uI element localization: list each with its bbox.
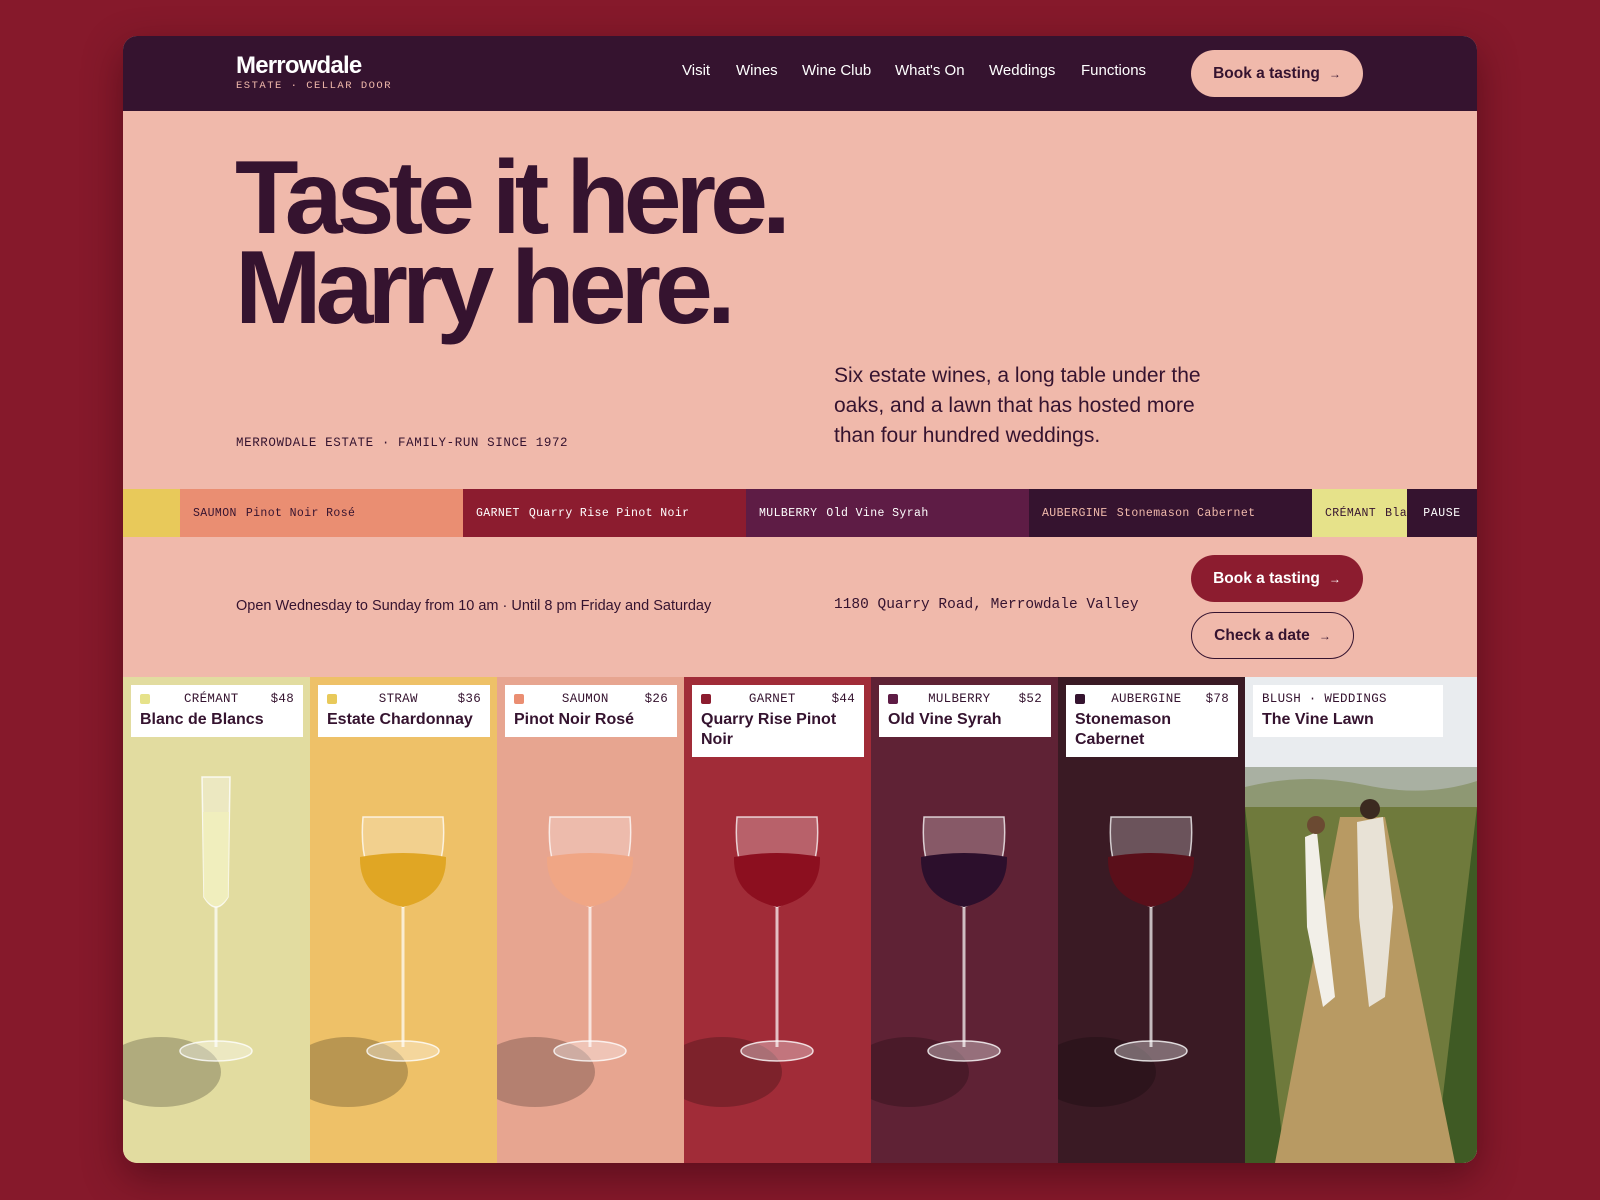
arrow-right-icon: → <box>1328 571 1341 586</box>
card-tone: MULBERRY <box>928 692 991 706</box>
card-label: BLUSH · WEDDINGS The Vine Lawn <box>1253 685 1443 737</box>
headline-line-2: Marry here. <box>235 230 736 346</box>
swatch-mulberry[interactable]: MULBERRY Old Vine Syrah <box>746 489 1029 537</box>
swatch-tone: GARNET <box>476 506 520 520</box>
card-price: $26 <box>644 692 668 706</box>
address: 1180 Quarry Road, Merrowdale Valley <box>834 597 1139 613</box>
tone-dot <box>888 694 898 704</box>
opening-hours: Open Wednesday to Sunday from 10 am · Un… <box>236 598 712 614</box>
card-tone: AUBERGINE <box>1111 692 1182 706</box>
card-price: $78 <box>1205 692 1229 706</box>
wine-card-aubergine[interactable]: AUBERGINE $78 Stonemason Cabernet <box>1058 677 1245 1163</box>
tone-dot <box>140 694 150 704</box>
wine-glass-icon <box>123 776 253 1107</box>
nav-item-wine-club[interactable]: Wine Club <box>802 62 871 79</box>
nav-item-visit[interactable]: Visit <box>682 62 710 79</box>
card-name: Stonemason Cabernet <box>1075 711 1172 748</box>
card-label: AUBERGINE $78 Stonemason Cabernet <box>1066 685 1238 757</box>
wine-glass-icon <box>310 816 447 1107</box>
nav-item-weddings[interactable]: Weddings <box>989 62 1055 79</box>
nav-item-functions[interactable]: Functions <box>1081 62 1146 79</box>
card-tone: STRAW <box>378 692 418 706</box>
wine-card-garnet[interactable]: GARNET $44 Quarry Rise Pinot Noir <box>684 677 871 1163</box>
pause-button[interactable]: PAUSE <box>1407 489 1477 537</box>
book-tasting-button[interactable]: Book a tasting → <box>1191 555 1363 602</box>
browser-window: Merrowdale ESTATE · CELLAR DOOR Visit Wi… <box>123 36 1477 1163</box>
swatch-wine: Old Vine Syrah <box>826 506 929 520</box>
swatch-tone: CRÉMANT <box>1325 506 1377 520</box>
wine-card-row: CRÉMANT $48 Blanc de Blancs STRAW $36 Es… <box>123 677 1477 1163</box>
wine-glass-icon <box>497 816 634 1107</box>
swatch-saumon[interactable]: SAUMON Pinot Noir Rosé <box>180 489 463 537</box>
tone-dot <box>327 694 337 704</box>
card-price: $52 <box>1018 692 1042 706</box>
brand-subtitle: ESTATE · CELLAR DOOR <box>236 80 393 92</box>
card-label: CRÉMANT $48 Blanc de Blancs <box>131 685 303 737</box>
swatch-wine: Stonemason Cabernet <box>1116 506 1256 520</box>
hero-blurb: Six estate wines, a long table under the… <box>834 364 1201 447</box>
card-tone: BLUSH · WEDDINGS <box>1262 692 1387 706</box>
nav-item-whats-on[interactable]: What's On <box>895 62 965 79</box>
swatch-aubergine[interactable]: AUBERGINE Stonemason Cabernet <box>1029 489 1312 537</box>
card-tone: GARNET <box>748 692 796 706</box>
card-tone: SAUMON <box>561 692 609 706</box>
swatch-wine: Quarry Rise Pinot Noir <box>528 506 690 520</box>
wine-glass-icon <box>871 816 1008 1107</box>
brand-logo[interactable]: Merrowdale ESTATE · CELLAR DOOR <box>236 52 393 93</box>
wine-card-saumon[interactable]: SAUMON $26 Pinot Noir Rosé <box>497 677 684 1163</box>
hero-headline: Taste it here. Marry here. <box>235 146 791 346</box>
check-date-button[interactable]: Check a date → <box>1191 612 1354 659</box>
card-name: Quarry Rise Pinot Noir <box>701 711 837 748</box>
wine-swatch-strip: SAUMON Pinot Noir Rosé GARNET Quarry Ris… <box>123 489 1477 537</box>
card-price: $44 <box>831 692 855 706</box>
swatch-wine: Blanc de Blancs <box>1385 506 1407 520</box>
wine-card-mulberry[interactable]: MULBERRY $52 Old Vine Syrah <box>871 677 1058 1163</box>
card-name: The Vine Lawn <box>1262 711 1374 728</box>
swatch-tone: SAUMON <box>193 506 237 520</box>
swatch-cremant[interactable]: CRÉMANT Blanc de Blancs <box>1312 489 1407 537</box>
book-tasting-nav-button[interactable]: Book a tasting → <box>1191 50 1363 97</box>
card-name: Pinot Noir Rosé <box>514 711 635 728</box>
hero-meta: MERROWDALE ESTATE · FAMILY-RUN SINCE 197… <box>236 436 569 450</box>
nav-item-wines[interactable]: Wines <box>736 62 778 79</box>
brand-name: Merrowdale <box>236 52 362 79</box>
swatch-tone: AUBERGINE <box>1042 506 1108 520</box>
wine-glass-icon <box>1058 816 1195 1107</box>
tone-dot <box>514 694 524 704</box>
vineyard-couple-image <box>1245 677 1477 1163</box>
tone-dot <box>1075 694 1085 704</box>
swatch-straw[interactable] <box>123 489 180 537</box>
wine-card-cremant[interactable]: CRÉMANT $48 Blanc de Blancs <box>123 677 310 1163</box>
card-name: Blanc de Blancs <box>140 711 264 728</box>
card-name: Estate Chardonnay <box>327 711 473 728</box>
book-tasting-label: Book a tasting <box>1213 569 1320 587</box>
card-label: SAUMON $26 Pinot Noir Rosé <box>505 685 677 737</box>
arrow-right-icon: → <box>1328 66 1341 81</box>
card-label: MULBERRY $52 Old Vine Syrah <box>879 685 1051 737</box>
card-price: $36 <box>457 692 481 706</box>
card-label: GARNET $44 Quarry Rise Pinot Noir <box>692 685 864 757</box>
wine-glass-icon <box>684 816 821 1107</box>
swatch-garnet[interactable]: GARNET Quarry Rise Pinot Noir <box>463 489 746 537</box>
card-tone: CRÉMANT <box>183 692 239 706</box>
wedding-card-vine-lawn[interactable]: BLUSH · WEDDINGS The Vine Lawn <box>1245 677 1477 1163</box>
card-label: STRAW $36 Estate Chardonnay <box>318 685 490 737</box>
top-nav: Merrowdale ESTATE · CELLAR DOOR Visit Wi… <box>123 36 1477 111</box>
check-date-label: Check a date <box>1214 626 1310 644</box>
tone-dot <box>701 694 711 704</box>
book-tasting-nav-label: Book a tasting <box>1213 64 1320 82</box>
arrow-right-icon: → <box>1318 628 1331 643</box>
card-name: Old Vine Syrah <box>888 711 1002 728</box>
swatch-wine: Pinot Noir Rosé <box>245 506 356 520</box>
wine-card-straw[interactable]: STRAW $36 Estate Chardonnay <box>310 677 497 1163</box>
swatch-tone: MULBERRY <box>759 506 818 520</box>
card-price: $48 <box>270 692 294 706</box>
